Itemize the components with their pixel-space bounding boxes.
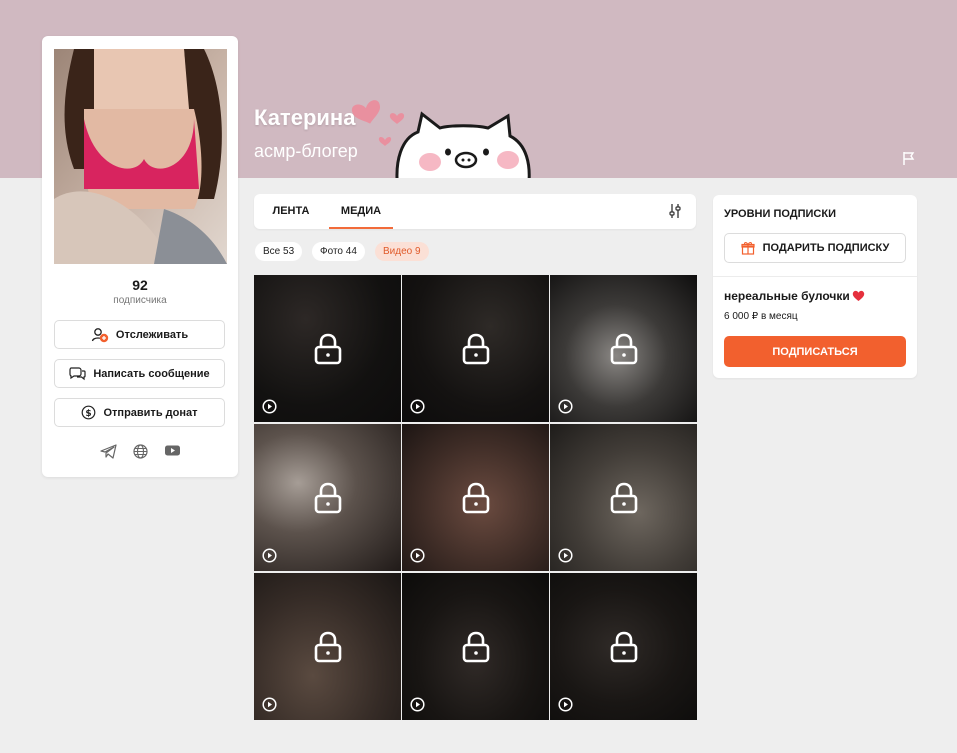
media-tile[interactable] — [254, 573, 401, 720]
subscriber-count: 92 — [132, 277, 148, 293]
video-play-icon — [262, 399, 277, 414]
donate-button[interactable]: $ Отправить донат — [54, 398, 225, 427]
video-play-icon — [262, 548, 277, 563]
avatar-photo-icon — [54, 49, 227, 264]
video-play-icon — [410, 697, 425, 712]
lock-icon — [314, 482, 342, 514]
divider — [713, 276, 917, 277]
lock-icon — [610, 333, 638, 365]
media-tile[interactable] — [254, 424, 401, 571]
youtube-link[interactable] — [164, 444, 181, 464]
lock-icon — [314, 631, 342, 663]
subscribe-button[interactable]: ПОДПИСАТЬСЯ — [724, 336, 906, 367]
tab-feed[interactable]: ЛЕНТА — [262, 194, 320, 229]
media-tile[interactable] — [402, 573, 549, 720]
report-flag-icon[interactable] — [902, 150, 916, 166]
gift-icon — [741, 242, 755, 255]
media-tile[interactable] — [402, 275, 549, 422]
lock-icon — [610, 631, 638, 663]
video-play-icon — [410, 399, 425, 414]
creator-tagline: асмр-блогер — [254, 141, 358, 161]
filter-all[interactable]: Все 53 — [255, 242, 303, 261]
media-tile[interactable] — [402, 424, 549, 571]
filter-sliders-icon[interactable] — [668, 203, 682, 219]
gift-subscription-button[interactable]: ПОДАРИТЬ ПОДПИСКУ — [724, 233, 906, 263]
lock-icon — [610, 482, 638, 514]
heart-icon — [852, 290, 864, 301]
lock-icon — [462, 631, 490, 663]
video-play-icon — [558, 697, 573, 712]
filter-photo[interactable]: Фото 44 — [312, 242, 365, 261]
cat-illustration-icon — [395, 111, 531, 178]
content-tabs: ЛЕНТА МЕДИА — [254, 194, 696, 229]
lock-icon — [462, 333, 490, 365]
donate-button-label: Отправить донат — [103, 406, 198, 419]
lock-icon — [314, 333, 342, 365]
video-play-icon — [558, 399, 573, 414]
follow-button-label: Отслеживать — [115, 328, 189, 341]
tier-price: 6 000 ₽ в месяц — [724, 311, 798, 322]
social-links — [42, 444, 238, 464]
message-button-label: Написать сообщение — [93, 367, 210, 380]
telegram-icon — [99, 444, 117, 459]
creator-name: Катерина — [254, 105, 356, 130]
media-tile[interactable] — [254, 275, 401, 422]
media-tile[interactable] — [550, 573, 697, 720]
video-play-icon — [558, 548, 573, 563]
media-tile[interactable] — [550, 275, 697, 422]
profile-card: 92 подписчика Отслеживать Написать сообщ… — [42, 36, 238, 477]
lock-icon — [462, 482, 490, 514]
subscription-panel: УРОВНИ ПОДПИСКИ ПОДАРИТЬ ПОДПИСКУ нереал… — [713, 195, 917, 378]
globe-icon — [132, 444, 148, 459]
filter-video[interactable]: Видео 9 — [375, 242, 429, 261]
message-button[interactable]: Написать сообщение — [54, 359, 225, 388]
video-play-icon — [262, 697, 277, 712]
subscriber-label: подписчика — [113, 295, 167, 306]
avatar — [54, 49, 227, 264]
video-play-icon — [410, 548, 425, 563]
follow-button[interactable]: Отслеживать — [54, 320, 225, 349]
tier-name-label: нереальные булочки — [724, 289, 850, 303]
telegram-link[interactable] — [99, 444, 117, 464]
media-tile[interactable] — [550, 424, 697, 571]
subscription-levels-title: УРОВНИ ПОДПИСКИ — [724, 208, 836, 220]
coin-dollar-icon: $ — [82, 405, 96, 420]
media-grid — [254, 275, 697, 720]
follow-user-icon — [91, 327, 109, 342]
chat-bubbles-icon — [69, 367, 86, 381]
tab-media[interactable]: МЕДИА — [329, 194, 393, 229]
gift-subscription-label: ПОДАРИТЬ ПОДПИСКУ — [762, 242, 890, 254]
tier-name: нереальные булочки — [724, 289, 865, 303]
svg-text:$: $ — [86, 409, 92, 419]
website-link[interactable] — [132, 444, 148, 464]
youtube-icon — [164, 445, 180, 456]
